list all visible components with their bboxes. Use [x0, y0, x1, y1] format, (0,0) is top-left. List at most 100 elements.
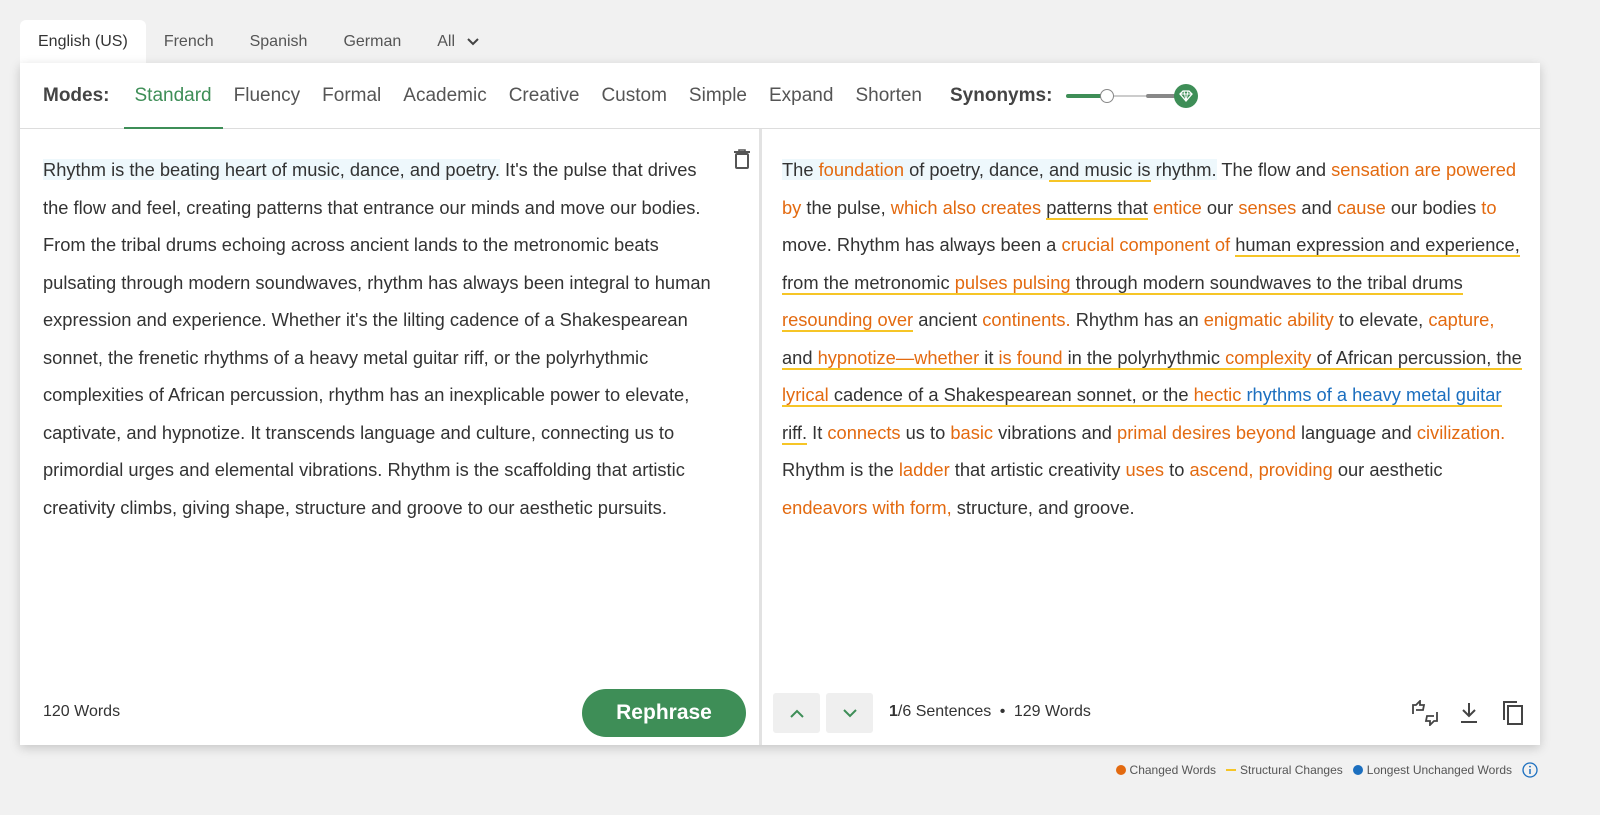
- output-segment[interactable]: hypnotize—whether: [817, 346, 980, 370]
- output-segment[interactable]: is found: [998, 346, 1063, 370]
- language-tabs: English (US) French Spanish German All: [20, 20, 497, 63]
- tab-all-languages[interactable]: All: [419, 20, 497, 63]
- output-segment: structure, and groove.: [951, 496, 1135, 518]
- output-segment: riff.: [782, 421, 808, 445]
- sentence-info: 1/6 Sentences • 129 Words: [889, 703, 1091, 721]
- legend-longest-unchanged: Longest Unchanged Words: [1352, 763, 1512, 777]
- pane-divider[interactable]: [759, 129, 762, 745]
- output-segment: our aesthetic: [1332, 459, 1443, 480]
- paraphraser-card: Modes: Standard Fluency Formal Academic …: [20, 63, 1540, 745]
- output-segment[interactable]: senses: [1238, 197, 1296, 218]
- output-segment: of African percussion, the: [1311, 346, 1522, 370]
- copy-icon[interactable]: [1497, 697, 1529, 729]
- output-segment: it: [979, 346, 999, 370]
- output-segment[interactable]: which also creates: [891, 197, 1041, 218]
- input-text-area[interactable]: Rhythm is the beating heart of music, da…: [43, 151, 723, 526]
- legend-structural-dash: [1226, 769, 1237, 771]
- output-segment[interactable]: cause: [1337, 197, 1386, 218]
- output-segment[interactable]: resounding over: [782, 309, 914, 332]
- mode-shorten[interactable]: Shorten: [844, 63, 933, 129]
- output-segment: vibrations and: [993, 421, 1118, 443]
- output-segment: us to: [900, 421, 951, 443]
- tab-spanish[interactable]: Spanish: [232, 20, 326, 63]
- output-segment[interactable]: endeavors with form,: [782, 497, 952, 518]
- output-word-count: 129 Words: [1013, 703, 1091, 720]
- output-footer: 1/6 Sentences • 129 Words: [773, 693, 1540, 733]
- output-segment[interactable]: complexity: [1225, 346, 1312, 370]
- highlighted-sentence: Rhythm is the beating heart of music, da…: [43, 159, 500, 180]
- output-segment: cadence of a Shakespearean sonnet, or th…: [828, 384, 1194, 407]
- output-text-area[interactable]: The foundation of poetry, dance, and mus…: [782, 151, 1522, 526]
- mode-fluency[interactable]: Fluency: [223, 63, 312, 129]
- output-segment[interactable]: entice: [1153, 197, 1202, 218]
- output-segment[interactable]: enigmatic ability: [1204, 309, 1334, 330]
- input-word-count: 120 Words: [43, 703, 121, 720]
- mode-standard[interactable]: Standard: [123, 63, 223, 129]
- output-segment: through modern soundwaves to the tribal …: [1070, 271, 1463, 295]
- sentence-total: /6 Sentences: [897, 703, 992, 720]
- output-segment: The flow and: [1216, 159, 1332, 180]
- output-segment[interactable]: connects: [827, 422, 900, 443]
- output-segment: to elevate,: [1333, 309, 1429, 330]
- rate-icon[interactable]: [1409, 697, 1441, 729]
- mode-expand[interactable]: Expand: [758, 63, 844, 129]
- current-sentence: 1: [889, 703, 898, 720]
- output-segment[interactable]: primal desires beyond: [1117, 422, 1296, 443]
- chevron-down-icon: [467, 37, 479, 46]
- output-segment[interactable]: lyrical: [782, 384, 829, 407]
- mode-custom[interactable]: Custom: [590, 63, 677, 129]
- output-segment[interactable]: basic: [950, 422, 993, 443]
- output-segment[interactable]: continents.: [982, 309, 1070, 330]
- download-icon[interactable]: [1453, 697, 1485, 729]
- output-segment[interactable]: capture,: [1428, 309, 1494, 330]
- output-segment: in the polyrhythmic: [1062, 346, 1226, 370]
- output-segment[interactable]: foundation: [818, 159, 904, 180]
- rephrase-button[interactable]: Rephrase: [582, 689, 746, 737]
- output-segment[interactable]: ladder: [899, 459, 950, 480]
- output-segment: Rhythm is the: [782, 459, 899, 480]
- tab-english-us[interactable]: English (US): [20, 20, 146, 63]
- output-segment[interactable]: crucial component of: [1061, 234, 1230, 255]
- synonyms-slider[interactable]: [1066, 83, 1199, 109]
- output-segment[interactable]: hectic: [1193, 384, 1242, 407]
- output-segment: The: [782, 159, 819, 180]
- mode-academic[interactable]: Academic: [392, 63, 497, 129]
- synonyms-label: Synonyms:: [950, 84, 1053, 106]
- slider-thumb[interactable]: [1100, 88, 1115, 103]
- legend-unchanged-dot: [1352, 765, 1363, 775]
- tab-french[interactable]: French: [146, 20, 232, 63]
- mode-creative[interactable]: Creative: [498, 63, 591, 129]
- legend-structural-changes: Structural Changes: [1226, 763, 1343, 777]
- previous-sentence-button[interactable]: [773, 693, 820, 733]
- output-segment: Rhythm has an: [1070, 309, 1204, 330]
- arrow-up-icon: [789, 709, 804, 718]
- output-segment[interactable]: uses: [1125, 459, 1164, 480]
- next-sentence-button[interactable]: [826, 693, 873, 733]
- mode-simple[interactable]: Simple: [678, 63, 758, 129]
- output-segment: ancient: [913, 309, 983, 330]
- info-icon[interactable]: [1522, 762, 1538, 778]
- output-segment: and music is: [1048, 159, 1151, 182]
- tab-german[interactable]: German: [325, 20, 419, 63]
- trash-icon[interactable]: [733, 148, 751, 170]
- output-segment: to: [1164, 459, 1190, 480]
- separator: •: [999, 703, 1006, 720]
- output-segment: rhythms of a heavy metal guitar: [1246, 384, 1502, 407]
- output-segment: language and: [1295, 421, 1417, 443]
- output-segment: our bodies: [1385, 196, 1482, 218]
- output-segment[interactable]: civilization.: [1417, 422, 1505, 443]
- diamond-icon[interactable]: [1174, 83, 1199, 108]
- input-text: It's the pulse that drives the flow and …: [43, 159, 711, 518]
- output-segment[interactable]: to: [1481, 197, 1496, 218]
- output-segment: human expression and experience: [1235, 234, 1515, 257]
- output-segment: of poetry, dance,: [903, 159, 1049, 180]
- output-segment: rhythm.: [1150, 159, 1217, 180]
- mode-formal[interactable]: Formal: [311, 63, 392, 129]
- output-segment[interactable]: ascend, providing: [1189, 459, 1332, 480]
- legend: Changed Words Structural Changes Longest…: [1106, 762, 1538, 778]
- modes-label: Modes:: [43, 84, 110, 106]
- output-segment: and: [1296, 196, 1337, 218]
- output-segment[interactable]: pulses pulsing: [954, 271, 1071, 295]
- legend-changed-words: Changed Words: [1115, 763, 1216, 777]
- output-segment: that artistic creativity: [949, 459, 1126, 480]
